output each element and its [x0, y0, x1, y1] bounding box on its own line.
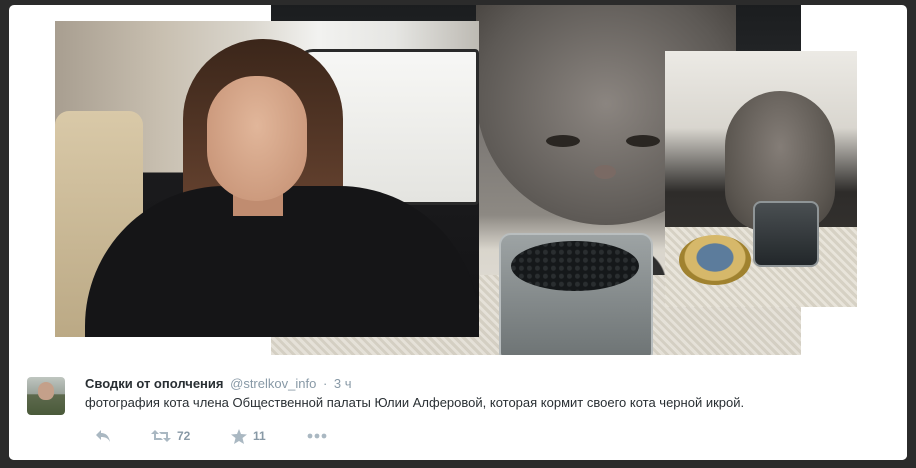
woman-face — [207, 76, 307, 201]
avatar[interactable] — [27, 377, 65, 415]
small-caviar-jar — [753, 201, 819, 267]
retweet-count: 72 — [177, 429, 191, 443]
cat-eye-left — [546, 135, 580, 147]
cat-nose — [594, 165, 616, 179]
tweet-text: фотография кота члена Общественной палат… — [85, 395, 745, 410]
tweet-actions: 72 11 — [85, 427, 485, 445]
favorite-button[interactable]: 11 — [231, 427, 266, 445]
separator-dot: · — [322, 376, 328, 391]
reply-icon — [95, 429, 111, 443]
tweet-card: Сводки от ополчения @strelkov_info · 3 ч… — [9, 5, 907, 460]
avatar-face — [38, 382, 54, 400]
cat-eye-right — [626, 135, 660, 147]
retweet-icon — [151, 429, 171, 443]
caviar-lid — [679, 235, 751, 285]
favorite-count: 11 — [253, 429, 266, 443]
tweet-body: Сводки от ополчения @strelkov_info · 3 ч… — [9, 365, 907, 460]
retweet-button[interactable]: 72 — [151, 427, 190, 445]
tweet-time[interactable]: 3 ч — [334, 376, 352, 391]
cat-small-photo[interactable] — [665, 51, 857, 307]
caviar-jar — [499, 233, 653, 355]
selfie-photo[interactable] — [55, 21, 479, 337]
tweet-header: Сводки от ополчения @strelkov_info · 3 ч — [85, 376, 352, 391]
user-handle[interactable]: @strelkov_info — [230, 376, 316, 391]
more-icon — [307, 433, 327, 439]
star-icon — [231, 428, 247, 444]
photo-collage[interactable] — [9, 5, 907, 365]
caviar — [511, 241, 639, 291]
more-button[interactable] — [307, 427, 327, 445]
user-name[interactable]: Сводки от ополчения — [85, 376, 224, 391]
reply-button[interactable] — [95, 427, 111, 445]
